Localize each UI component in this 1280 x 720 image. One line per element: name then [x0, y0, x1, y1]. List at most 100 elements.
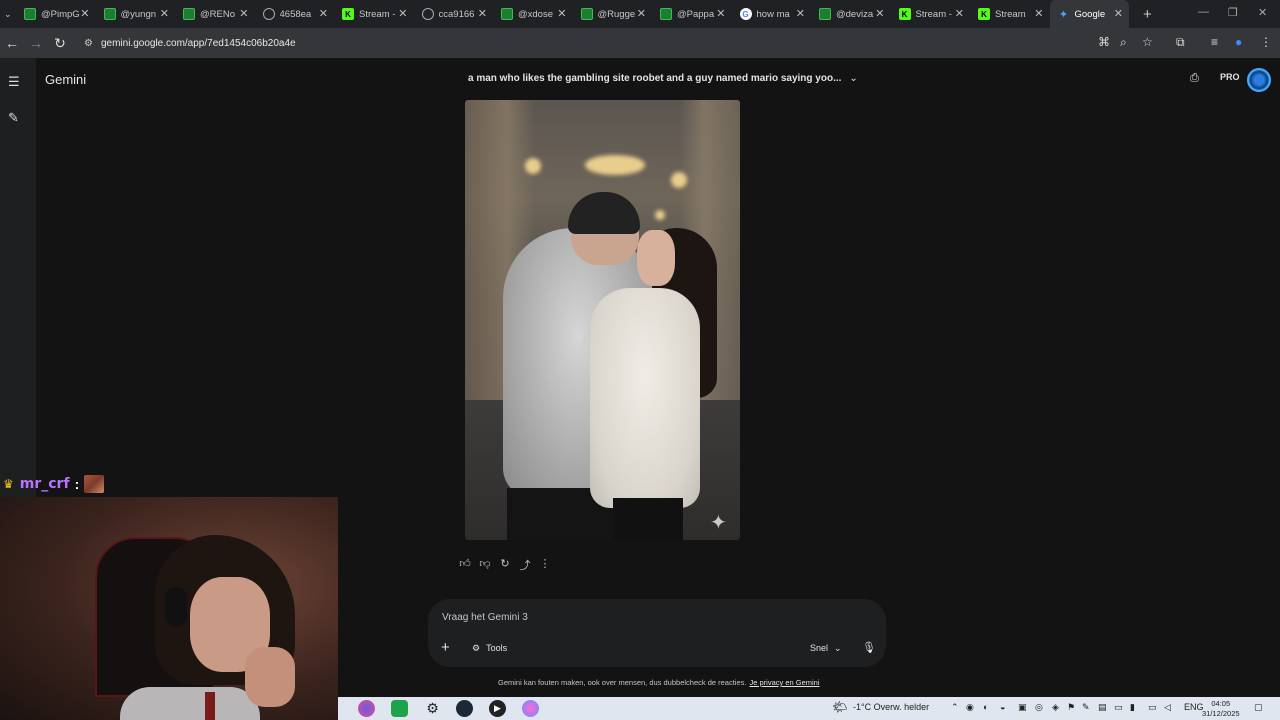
- close-icon[interactable]: ✕: [478, 7, 487, 20]
- app-icon[interactable]: [522, 700, 539, 717]
- menu-icon[interactable]: ☰: [8, 74, 20, 90]
- gemini-brand[interactable]: Gemini: [45, 72, 86, 87]
- settings-gear-icon[interactable]: ⚙: [424, 700, 441, 717]
- tray-icon[interactable]: ◈: [1052, 702, 1059, 713]
- close-icon[interactable]: ✕: [875, 7, 884, 20]
- close-window-icon[interactable]: ✕: [1258, 6, 1267, 19]
- model-mode-selector[interactable]: Snel ⌄: [810, 643, 842, 654]
- media-player-icon[interactable]: ▶: [489, 700, 506, 717]
- browser-tab[interactable]: @yungn ✕: [96, 0, 176, 28]
- close-icon[interactable]: ✕: [319, 7, 328, 20]
- close-icon[interactable]: ✕: [80, 7, 89, 20]
- browser-tab[interactable]: @RENo ✕: [175, 0, 255, 28]
- terminal-app-icon[interactable]: [391, 700, 408, 717]
- prompt-box[interactable]: Vraag het Gemini 3 + ⚙ Tools Snel ⌄ 🎙︎: [428, 599, 886, 667]
- tab-title: how ma: [756, 8, 790, 20]
- new-tab-icon[interactable]: +: [1143, 6, 1152, 23]
- volume-icon[interactable]: ◁: [1164, 702, 1171, 713]
- browser-menu-icon[interactable]: ⋮: [1260, 35, 1272, 49]
- avatar[interactable]: [1247, 68, 1271, 92]
- close-icon[interactable]: ✕: [1034, 7, 1043, 20]
- prompt-input[interactable]: Vraag het Gemini 3: [442, 612, 528, 623]
- microphone-icon[interactable]: 🎙︎: [862, 641, 876, 654]
- tray-icon[interactable]: ◎: [1035, 702, 1043, 713]
- browser-tab[interactable]: ✦ Google ✕: [1049, 0, 1129, 28]
- add-attachment-icon[interactable]: +: [441, 639, 450, 656]
- browser-tab[interactable]: @PimpG ✕: [16, 0, 96, 28]
- weather-text[interactable]: -1°C Overw. helder: [853, 702, 929, 712]
- chevron-up-icon[interactable]: ⌃: [951, 702, 959, 713]
- close-icon[interactable]: ✕: [955, 7, 964, 20]
- pro-badge[interactable]: PRO: [1220, 72, 1240, 82]
- regenerate-icon[interactable]: ↻: [499, 557, 511, 573]
- zoom-icon[interactable]: ⌕: [1120, 35, 1127, 50]
- close-icon[interactable]: ✕: [637, 7, 646, 20]
- conversation-title[interactable]: a man who likes the gambling site roobet…: [468, 73, 858, 84]
- weather-icon[interactable]: 🌤︎: [832, 700, 847, 714]
- tray-icon[interactable]: ▣: [1018, 702, 1027, 713]
- tab-title: Stream: [995, 8, 1026, 20]
- thumbs-up-icon[interactable]: 👍︎: [459, 557, 471, 573]
- url-field[interactable]: ⚙ gemini.google.com/app/7ed1454c06b20a4e: [84, 38, 296, 49]
- bookmark-star-icon[interactable]: ☆: [1142, 35, 1153, 49]
- tools-button[interactable]: ⚙ Tools: [472, 643, 507, 654]
- close-icon[interactable]: ✕: [160, 7, 169, 20]
- tray-icon[interactable]: ▤: [1098, 702, 1107, 713]
- tray-icon[interactable]: ▭: [1114, 702, 1123, 713]
- network-icon[interactable]: ▭: [1148, 702, 1157, 713]
- browser-tab[interactable]: cca9166 ✕: [414, 0, 494, 28]
- thumbs-down-icon[interactable]: 👎︎: [479, 557, 491, 573]
- browser-tab[interactable]: @Pappa ✕: [652, 0, 732, 28]
- tab-title: Stream -: [359, 8, 396, 20]
- reload-icon[interactable]: ↻: [48, 35, 72, 52]
- close-icon[interactable]: ✕: [716, 7, 725, 20]
- close-icon[interactable]: ✕: [398, 7, 407, 20]
- headset-icon: [165, 587, 187, 627]
- share-icon[interactable]: ⤴: [519, 557, 531, 573]
- chat-separator: :: [74, 476, 80, 492]
- share-chat-icon[interactable]: ⎙: [1190, 72, 1199, 85]
- browser-tab[interactable]: K Stream - ✕: [891, 0, 971, 28]
- tray-icon[interactable]: ◒: [1000, 702, 1005, 712]
- microphone-icon[interactable]: ▮: [1130, 702, 1135, 713]
- tab-title: cca9166: [438, 8, 475, 20]
- steam-icon[interactable]: [456, 700, 473, 717]
- more-options-icon[interactable]: ⋮: [539, 557, 551, 573]
- browser-tab[interactable]: 4658ea ✕: [255, 0, 335, 28]
- browser-tab[interactable]: @deviza ✕: [811, 0, 891, 28]
- forward-icon[interactable]: →: [24, 35, 48, 51]
- profile-icon[interactable]: ●: [1235, 35, 1242, 49]
- privacy-link[interactable]: Je privacy en Gemini: [749, 678, 819, 687]
- tab-search-icon[interactable]: ⌄: [4, 9, 16, 20]
- browser-tab[interactable]: @xdose ✕: [493, 0, 573, 28]
- app-icon[interactable]: [358, 700, 375, 717]
- terminal-icon: [580, 8, 593, 20]
- tray-icon[interactable]: ◐: [983, 702, 988, 712]
- site-info-icon[interactable]: ⚙: [84, 38, 93, 49]
- language-indicator[interactable]: ENG: [1184, 702, 1204, 712]
- close-icon[interactable]: ✕: [796, 7, 805, 20]
- kick-icon: K: [978, 8, 990, 20]
- clock[interactable]: 04:05 31/12/2025: [1202, 699, 1240, 719]
- tray-icon[interactable]: ◉: [966, 702, 974, 713]
- generated-image[interactable]: ✦: [465, 100, 740, 540]
- google-icon: G: [739, 8, 752, 20]
- browser-tab[interactable]: @Rugge ✕: [573, 0, 653, 28]
- browser-tab[interactable]: Ghow ma ✕: [732, 0, 812, 28]
- tray-icon[interactable]: ✎: [1082, 702, 1090, 713]
- close-icon[interactable]: ✕: [1114, 7, 1123, 20]
- back-icon[interactable]: ←: [0, 35, 24, 51]
- browser-tab[interactable]: K Stream ✕: [970, 0, 1050, 28]
- notifications-icon[interactable]: ▢: [1254, 702, 1263, 713]
- translate-icon[interactable]: ⌘: [1098, 35, 1110, 49]
- restore-icon[interactable]: ❐: [1228, 6, 1238, 19]
- extensions-icon[interactable]: ⧉: [1176, 35, 1185, 50]
- close-icon[interactable]: ✕: [557, 7, 566, 20]
- browser-tab[interactable]: K Stream - ✕: [334, 0, 414, 28]
- tray-icon[interactable]: ⚑: [1067, 702, 1075, 713]
- close-icon[interactable]: ✕: [239, 7, 248, 20]
- minimize-icon[interactable]: —: [1198, 6, 1209, 18]
- tab-title: Stream -: [915, 8, 952, 20]
- media-controls-icon[interactable]: ≡: [1211, 35, 1218, 49]
- new-chat-icon[interactable]: ✎: [8, 110, 19, 126]
